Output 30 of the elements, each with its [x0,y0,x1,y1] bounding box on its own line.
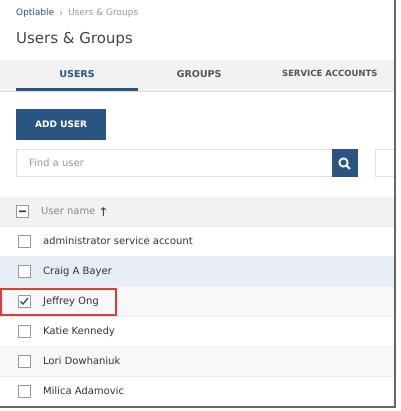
row-checkbox[interactable] [18,265,31,278]
user-name: Craig A Bayer [43,266,112,277]
tab[interactable]: GROUPS [138,60,260,91]
search-field[interactable]: Find a user [16,149,332,177]
breadcrumb-link[interactable]: Optiable [16,8,54,18]
sort-arrow[interactable]: ↑ [98,204,108,218]
minus-icon [19,210,26,212]
user-name: Jeffrey Ong [43,296,99,307]
tab[interactable]: SERVICE ACCOUNTS [260,60,378,91]
row-checkbox[interactable] [18,325,31,338]
row-checkbox[interactable] [18,235,31,248]
tab[interactable]: USERS [16,60,138,91]
add-user-button[interactable]: ADD USER [16,109,106,140]
table-row[interactable]: Jeffrey Ong [0,287,394,317]
select-all-checkbox[interactable] [16,205,29,218]
table-row[interactable]: Lori Dowhaniuk [0,347,394,377]
row-checkbox[interactable] [18,355,31,368]
user-name: Milica Adamovic [43,386,124,397]
search-button[interactable] [332,149,358,177]
filter-field[interactable] [374,149,394,177]
breadcrumb-current: Users & Groups [68,8,138,18]
user-name: administrator service account [43,236,193,247]
user-name: Katie Kennedy [43,326,115,337]
table-row[interactable]: Craig A Bayer [0,257,394,287]
row-checkbox[interactable] [18,385,31,398]
user-name: Lori Dowhaniuk [43,356,120,367]
row-checkbox[interactable] [18,295,31,308]
page-title: Users & Groups [15,28,134,49]
search-icon [338,156,352,170]
breadcrumb-separator: › [59,8,64,18]
